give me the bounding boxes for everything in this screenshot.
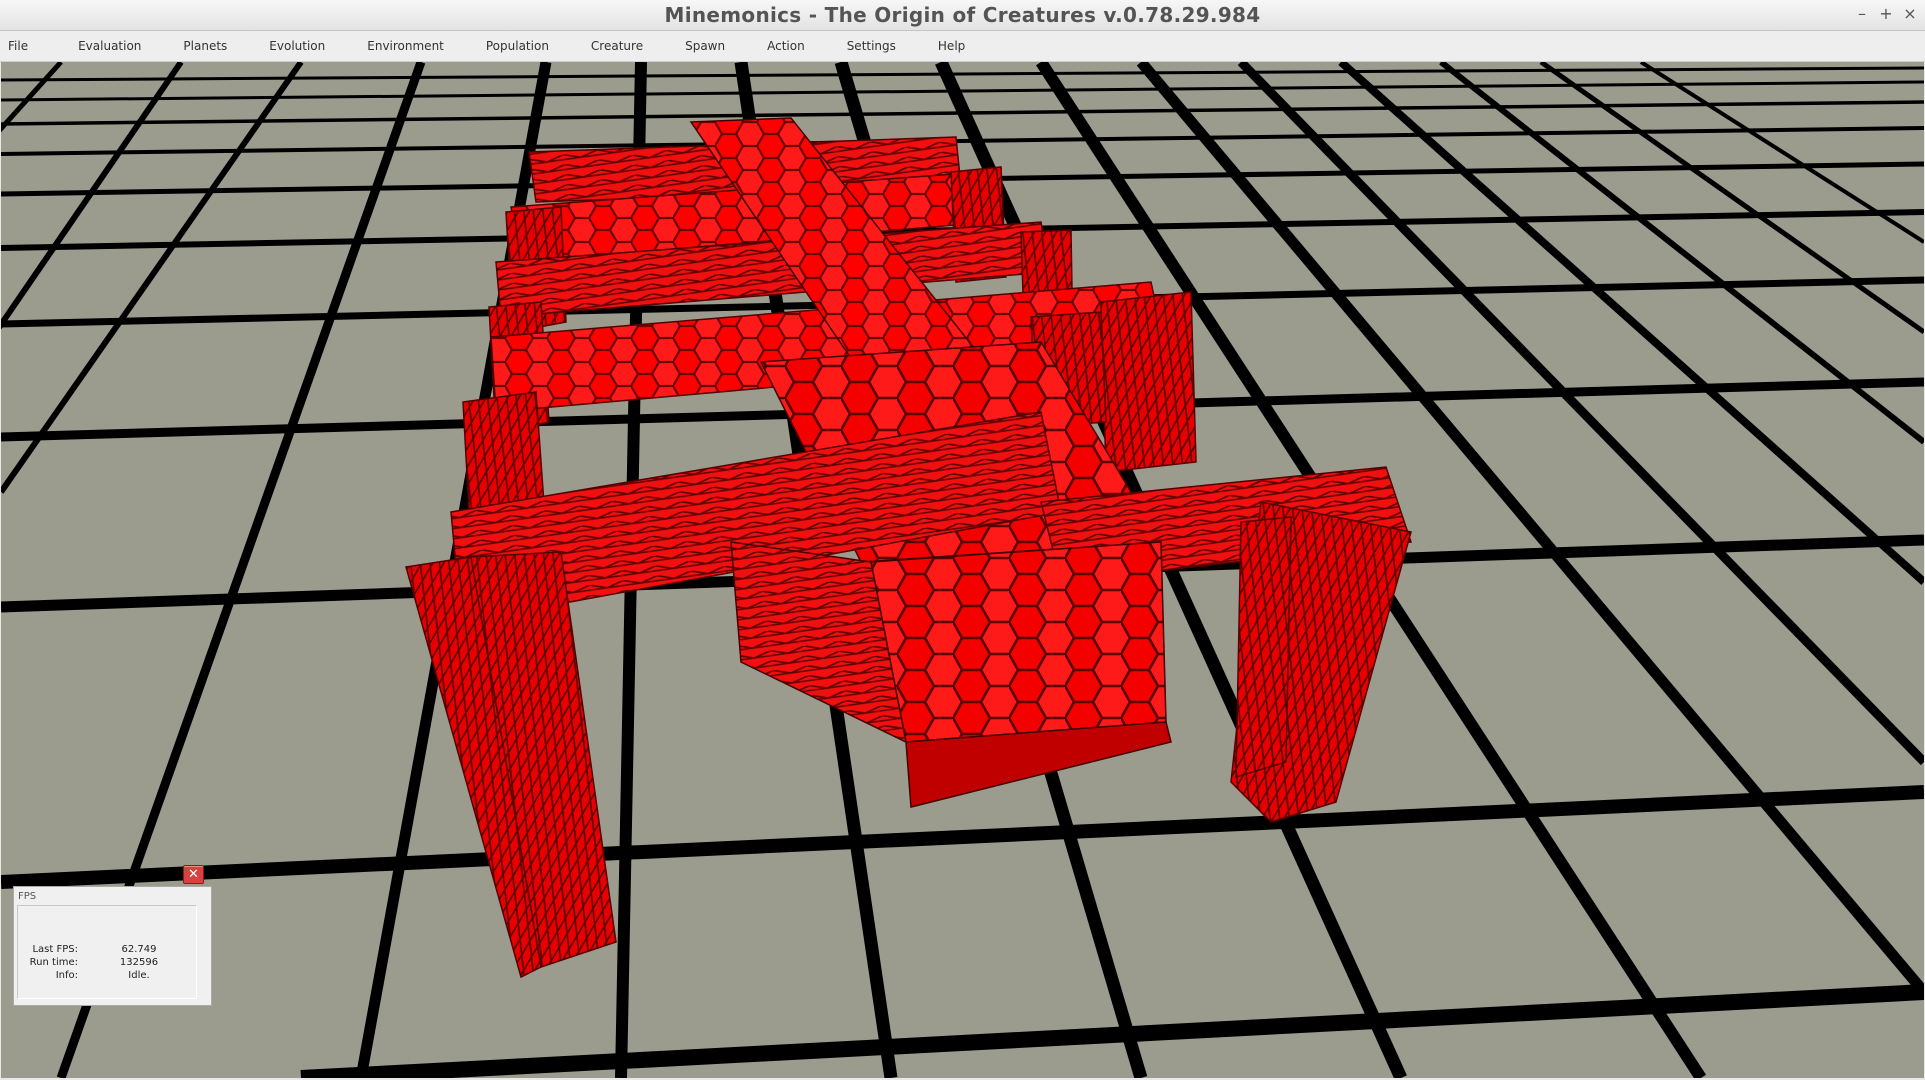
fps-label: Info: <box>55 970 78 981</box>
fps-title: FPS <box>18 891 37 902</box>
menu-bar: File Evaluation Planets Evolution Enviro… <box>0 31 1925 62</box>
title-bar: Minemonics - The Origin of Creatures v.0… <box>0 0 1925 31</box>
fps-panel: FPS Last FPS: 62.749 Run time: 132596 In… <box>13 886 212 1006</box>
close-icon[interactable]: × <box>1903 4 1917 24</box>
menu-settings[interactable]: Settings <box>839 39 910 53</box>
menu-evaluation[interactable]: Evaluation <box>70 39 155 53</box>
fps-value: Idle. <box>128 970 150 981</box>
menu-creature[interactable]: Creature <box>583 39 657 53</box>
3d-viewport[interactable] <box>1 62 1924 1078</box>
minimize-icon[interactable]: – <box>1855 4 1869 24</box>
fps-label: Run time: <box>29 957 78 968</box>
menu-planets[interactable]: Planets <box>175 39 241 53</box>
fps-close-icon[interactable]: ✕ <box>183 865 204 884</box>
menu-environment[interactable]: Environment <box>359 39 458 53</box>
fps-value: 62.749 <box>121 944 157 955</box>
window-controls: – + × <box>1855 4 1917 24</box>
menu-spawn[interactable]: Spawn <box>677 39 739 53</box>
menu-help[interactable]: Help <box>930 39 979 53</box>
menu-population[interactable]: Population <box>478 39 563 53</box>
maximize-icon[interactable]: + <box>1879 4 1893 24</box>
menu-file[interactable]: File <box>0 39 42 53</box>
fps-label: Last FPS: <box>32 944 78 955</box>
fps-value: 132596 <box>119 957 159 968</box>
scene-svg <box>1 62 1924 1078</box>
window-title: Minemonics - The Origin of Creatures v.0… <box>664 3 1261 27</box>
menu-action[interactable]: Action <box>759 39 819 53</box>
menu-evolution[interactable]: Evolution <box>261 39 339 53</box>
